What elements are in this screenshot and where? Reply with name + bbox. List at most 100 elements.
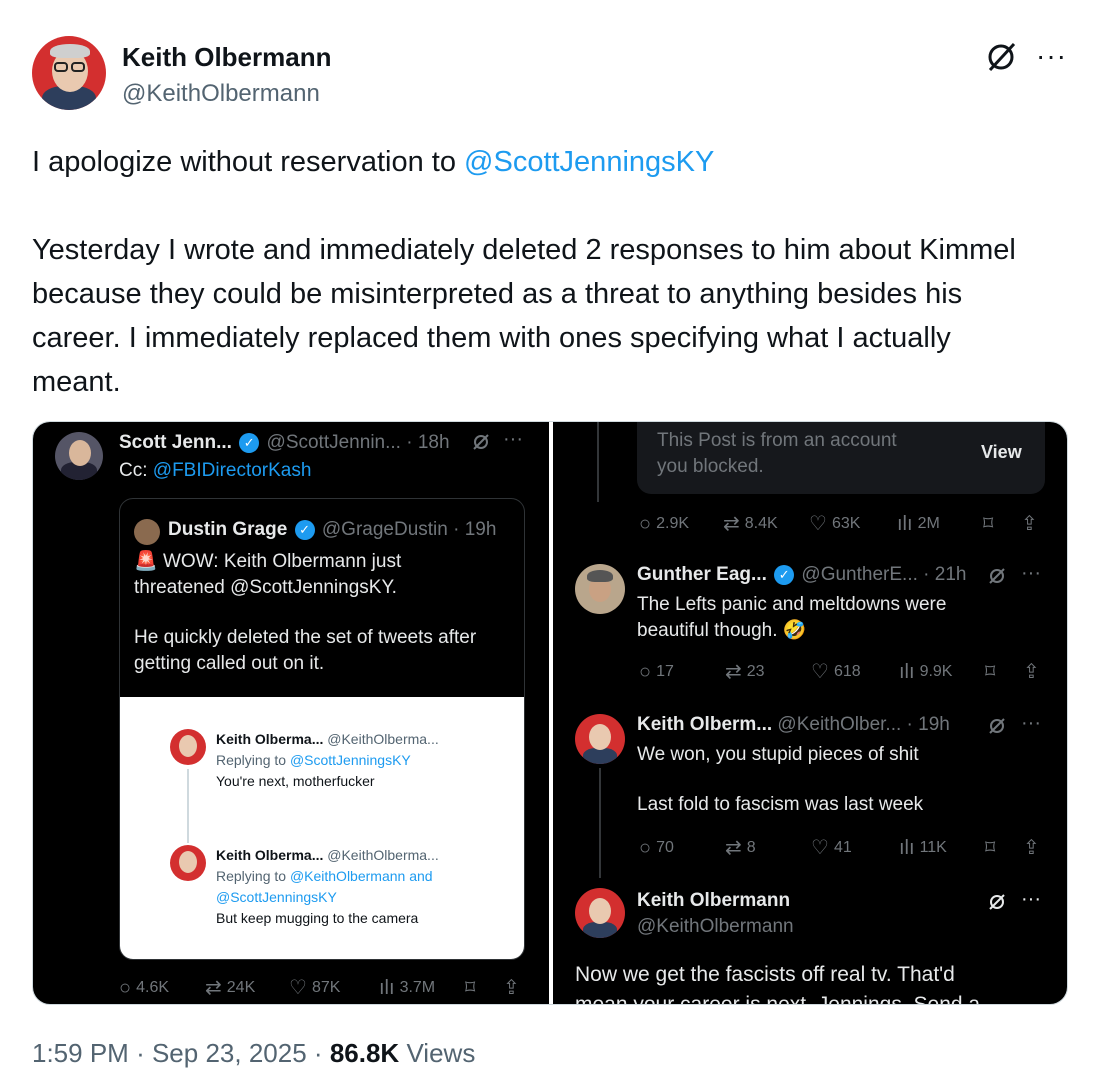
reply-stat: ○ 4.6K [119,978,169,998]
replying-prefix: Replying to [216,752,290,768]
reply-count: 4.6K [136,979,170,996]
stats-row: ○ 4.6K ⇄ 24K ♡ 87K ılı 3.7M ⌑ ⇪ [119,976,529,1000]
quote-header: Dustin Grage ✓ @GrageDustin · 19h [168,519,496,541]
thread-line [597,422,599,502]
reply-count: 2.9K [656,515,690,532]
embedded-screenshot: Keith Olberma... @KeithOlberma... Replyi… [120,697,524,959]
like-icon: ♡ [289,977,307,999]
stats-row: ○ 2.9K ⇄ 8.4K ♡ 63K ılı 2M ⌑ ⇪ [639,512,1049,536]
views-count: 2M [917,515,940,532]
reply-name: Gunther Eag... [637,564,767,585]
share-icon: ⇪ [1023,837,1040,859]
replying-to: @ScottJenningsKY [289,752,411,768]
reply-icon: ○ [119,977,132,999]
views-label: Views [406,1038,476,1068]
avatar [55,432,103,480]
more-icon: ··· [1021,888,1041,910]
reply-handle: @GuntherE... [801,564,918,585]
mention-link[interactable]: @ScottJenningsKY [464,146,714,178]
reply-header: Keith Olberm... @KeithOlber... · 19h [637,714,950,736]
siren-emoji: 🚨 [134,551,158,572]
repost-icon: ⇄ [205,977,222,999]
reply-2: Keith Olberma... @KeithOlberma... Replyi… [216,845,439,929]
reply-icon: ○ [639,837,652,859]
bookmark-icon: ⌑ [985,837,996,859]
views-icon: ılı [379,977,395,999]
grok-icon [471,432,491,458]
bookmark-icon: ⌑ [465,977,476,999]
avatar [575,564,625,614]
author-avatar[interactable] [32,36,106,110]
like-count: 87K [311,979,341,996]
views-count: 86.8K [329,1038,400,1068]
repost-icon: ⇄ [723,513,740,535]
reply-name: Keith Olberm... [637,714,773,735]
thread-line [599,768,601,878]
stats-row: ○ 70 ⇄ 8 ♡ 41 ılı 11K ⌑ ⇪ [639,836,1049,860]
stats-row: ○ 17 ⇄ 23 ♡ 618 ılı 9.9K ⌑ ⇪ [639,660,1049,684]
left-screenshot: Scott Jenn... ✓ @ScottJennin... · 18h ··… [33,422,549,1004]
blocked-line: you blocked. [657,456,764,477]
like-icon: ♡ [809,513,827,535]
reply-icon: ○ [639,513,652,535]
avatar [575,888,625,938]
quote-name: Dustin Grage [168,519,288,540]
tweet-text: I apologize without reservation to @Scot… [32,140,1042,404]
media-image[interactable]: Scott Jenn... ✓ @ScottJennin... · 18h ··… [32,421,1068,1005]
post-name: Scott Jenn... [119,432,232,453]
grok-icon [987,716,1007,741]
replying-to: @KeithOlbermann and [289,868,433,884]
blocked-notice: This Post is from an account you blocked… [637,422,1045,494]
tweet-paragraph: Yesterday I wrote and immediately delete… [32,234,1016,398]
author-handle[interactable]: @KeithOlbermann [122,80,320,108]
views-count: 9.9K [919,663,953,680]
grok-icon [987,892,1007,917]
avatar [575,714,625,764]
reply-time: · 19h [906,714,950,735]
reply-handle: @KeithOlberma... [327,731,439,747]
reply-header: Gunther Eag... ✓ @GuntherE... · 21h [637,564,966,586]
thread-line [187,769,189,843]
tweet-date[interactable]: Sep 23, 2025 [152,1038,307,1068]
more-icon[interactable]: ··· [1036,40,1067,72]
grok-icon[interactable] [984,40,1018,82]
blocked-text: This Post is from an account you blocked… [657,428,897,480]
views-count: 3.7M [399,979,436,996]
tweet-time[interactable]: 1:59 PM [32,1038,129,1068]
repost-count: 8 [746,839,756,856]
reply-handle: @KeithOlberma... [327,847,439,863]
views-icon: ılı [897,513,913,535]
like-count: 41 [833,839,852,856]
blocked-line: This Post is from an account [657,430,897,451]
reply-text: But keep mugging to the camera [216,910,419,926]
author-name[interactable]: Keith Olbermann [122,42,331,73]
like-stat: ♡ 87K [289,978,340,998]
post-line: Now we get the fascists off real tv. Tha… [575,963,955,986]
bookmark-icon: ⌑ [983,513,994,535]
post-mention: @FBIDirectorKash [152,460,312,481]
more-icon: ··· [1021,562,1041,584]
grok-icon [987,566,1007,591]
tweet-text-line1: I apologize without reservation to [32,146,465,178]
reply-text: The Lefts panic and meltdowns were beaut… [637,592,946,644]
post-header: Scott Jenn... ✓ @ScottJennin... · 18h [119,432,450,454]
quote-line: getting called out on it. [134,653,325,674]
post-line: mean your career is next, Jennings. Send… [575,993,981,1005]
reply-time: · 21h [923,564,967,585]
more-icon: ··· [503,428,523,450]
replying-to: @ScottJenningsKY [216,889,337,905]
bookmark-icon: ⌑ [985,661,996,683]
repost-stat: ⇄ 24K [205,978,255,998]
quote-card: Dustin Grage ✓ @GrageDustin · 19h 🚨 WOW:… [119,498,525,960]
reply-1: Keith Olberma... @KeithOlberma... Replyi… [216,729,439,792]
like-count: 618 [833,663,861,680]
post-handle: @KeithOlbermann [637,916,794,937]
quote-handle: @GrageDustin [321,519,448,540]
like-count: 63K [831,515,861,532]
like-icon: ♡ [811,661,829,683]
avatar [170,729,206,765]
quote-text: 🚨 WOW: Keith Olbermann just threatened @… [134,549,520,677]
reply-count: 70 [656,839,674,856]
reply-count: 17 [656,663,674,680]
views-icon: ılı [899,837,915,859]
